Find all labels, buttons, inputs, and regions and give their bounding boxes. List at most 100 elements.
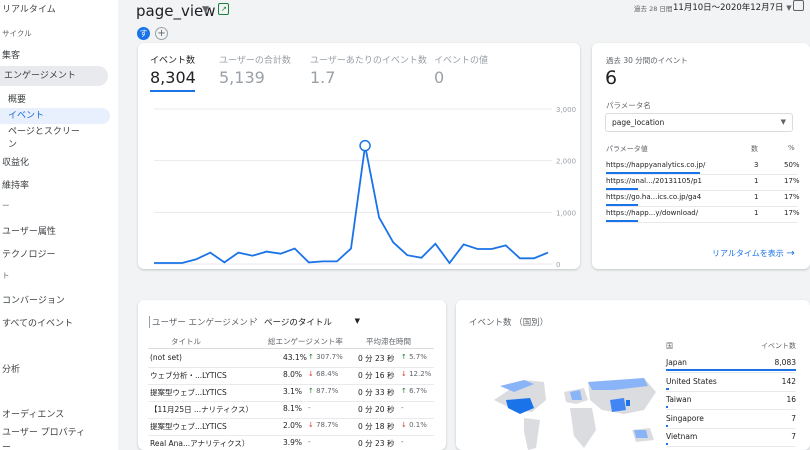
title-dropdown-icon[interactable]: ▼	[202, 5, 209, 15]
y-tick-label: 0	[556, 261, 560, 269]
geo-row[interactable]: Singapore 7	[456, 411, 810, 429]
engagement-title: ユーザー エンゲージメント	[149, 316, 256, 328]
param-name-label: パラメータ名	[606, 101, 651, 110]
highlight-point[interactable]	[359, 139, 371, 152]
row-time-change: -	[401, 404, 404, 412]
realtime-row[interactable]: https://go.ha...ics.co.jp/ga4 1 17%	[592, 191, 810, 207]
sidebar-item[interactable]: 集客	[2, 48, 20, 61]
geo-title: イベント数 （国別）	[469, 318, 549, 328]
row-time: 0 分 23 秒	[358, 439, 395, 448]
time-change-value: 0.1%	[409, 421, 427, 429]
sidebar-item[interactable]: エンゲージメント	[0, 66, 108, 86]
table-row[interactable]: Real Ana...アナリティクス） 3.9% -0 分 23 秒-	[138, 436, 446, 450]
row-count: 8,083	[774, 358, 796, 367]
row-count: 1	[754, 209, 759, 217]
series-line	[154, 145, 549, 265]
row-rate: 2.0%	[283, 421, 303, 430]
realtime-row[interactable]: https://happ...y/download/1 17%	[592, 207, 810, 223]
realtime-row[interactable]: https://anal.../20131105/p1 1 17%	[592, 175, 810, 191]
sidebar-item[interactable]: オーディエンス	[2, 407, 64, 420]
row-time: 0 分 23 秒	[358, 354, 395, 363]
view-realtime-label: リアルタイムを表示	[712, 249, 784, 258]
filter-chip[interactable]: す	[137, 27, 150, 40]
sidebar-item[interactable]: ン	[8, 137, 17, 150]
row-param: https://happ...y/download/	[606, 209, 699, 217]
sidebar-item[interactable]: 収益化	[2, 155, 29, 168]
row-time-change: -	[401, 438, 404, 446]
geo-row[interactable]: Japan 8,083	[456, 355, 810, 373]
sidebar-item[interactable]: リアルタイム	[2, 2, 56, 15]
metric-events[interactable]: イベント数 8,304	[150, 53, 196, 92]
edit-report-icon[interactable]: ↗	[218, 3, 229, 15]
row-time-change: ↓ 12.2%	[401, 370, 432, 378]
geo-row[interactable]: Vietnam 7	[456, 429, 810, 447]
row-param: https://anal.../20131105/p1	[606, 177, 702, 185]
row-country: Singapore	[666, 413, 704, 423]
date-range-label: 11月10日～2020年12月7日	[673, 3, 784, 13]
time-change-value: 12.2%	[409, 370, 432, 378]
sidebar-item[interactable]: 維持率	[2, 178, 29, 191]
row-time: 0 分 33 秒	[358, 388, 395, 397]
row-country: Vietnam	[666, 432, 698, 441]
metric-event-value[interactable]: イベントの値 0	[434, 53, 488, 87]
row-rate-change: ↓ 68.4%	[308, 370, 339, 378]
date-range-picker[interactable]: 11月10日～2020年12月7日 ▼	[673, 1, 792, 13]
row-rate-change: ↓ 78.7%	[308, 421, 339, 429]
row-country: Taiwan	[666, 395, 692, 404]
row-time: 0 分 16 秒	[358, 371, 395, 380]
rate-change-value: -	[308, 404, 311, 412]
sidebar-item[interactable]: 分析	[2, 362, 20, 375]
row-rate-change: ↑ 307.7%	[308, 353, 343, 361]
table-row[interactable]: (not set) 43.1% ↑ 307.7% 0 分 23 秒 ↑ 5.7%	[138, 351, 446, 368]
dimension-select[interactable]: ページのタイトル ▼	[264, 316, 360, 328]
time-change-value: 6.7%	[409, 387, 427, 395]
engagement-card: ユーザー エンゲージメント › ページのタイトル ▼ タイトル 総エンゲージメント…	[138, 300, 446, 450]
sidebar-item[interactable]: ページとスクリー	[8, 124, 80, 137]
row-count: 142	[781, 376, 796, 386]
events-line-chart: 3,0002,0001,00001511月22290612月	[154, 106, 576, 269]
row-bar	[666, 406, 668, 408]
rate-change-value: -	[308, 438, 311, 446]
row-title: Real Ana...アナリティクス）	[150, 439, 250, 448]
chevron-down-icon: ▼	[780, 118, 786, 126]
metric-value: 8,304	[150, 68, 196, 87]
metric-label: ユーザーあたりのイベント数	[310, 56, 427, 66]
geo-row[interactable]: United States 142	[456, 374, 810, 392]
metric-events-per-user[interactable]: ユーザーあたりのイベント数 1.7	[310, 53, 427, 87]
realtime-row[interactable]: https://happyanalytics.co.jp/3 50%	[592, 159, 810, 175]
row-count: 7	[791, 432, 796, 441]
col-percent: %	[788, 144, 795, 152]
customize-report-icon[interactable]	[793, 0, 804, 11]
table-row[interactable]: 提案型ウェブ...LYTICS 2.0% ↓ 78.7% 0 分 18 秒 ↓ 0.1%	[138, 419, 446, 436]
sidebar-item[interactable]: ユーザー プロパティ	[2, 425, 85, 438]
sidebar-item[interactable]: すべてのイベント	[2, 316, 73, 329]
add-comparison-button[interactable]: +	[155, 27, 168, 40]
row-count: 1	[754, 177, 759, 185]
row-count: 7	[791, 413, 796, 423]
sidebar-item[interactable]: 概要	[8, 92, 26, 105]
rate-change-value: 78.7%	[316, 421, 339, 429]
col-country: 国	[666, 342, 673, 350]
sidebar-item[interactable]: イベント	[0, 108, 110, 124]
sidebar-item[interactable]: コンバージョン	[2, 293, 65, 306]
row-rate: 8.0%	[283, 370, 303, 379]
row-pct: 17%	[784, 209, 800, 217]
sidebar-item[interactable]: テクノロジー	[2, 247, 55, 260]
row-title: ウェブ分析・...LYTICS	[150, 371, 227, 380]
metric-users[interactable]: ユーザーの合計数 5,139	[219, 53, 291, 87]
row-rate-change: -	[308, 404, 311, 412]
row-count: 1	[754, 193, 759, 201]
row-bar	[666, 424, 668, 427]
rate-change-value: 87.7%	[316, 387, 339, 395]
row-pct: 50%	[784, 161, 800, 169]
sidebar-item[interactable]: ー	[2, 440, 11, 450]
param-select[interactable]: page_location ▼	[605, 113, 793, 132]
table-row[interactable]: ウェブ分析・...LYTICS 8.0% ↓ 68.4% 0 分 16 秒 ↓ 12.2…	[138, 368, 446, 385]
events-overview-card: イベント数 8,304 ユーザーの合計数 5,139 ユーザーあたりのイベント数…	[138, 43, 580, 269]
sidebar-item[interactable]: ユーザー属性	[2, 224, 56, 237]
geo-row[interactable]: Taiwan 16	[456, 392, 810, 410]
view-realtime-link[interactable]: リアルタイムを表示 →	[712, 248, 795, 259]
report-header: page_view ▼ ↗ す + 過去 28 日間 11月10日～2020年1…	[118, 0, 810, 46]
table-row[interactable]: 【11月25日 ...ナリティクス） 8.1% -0 分 20 秒-	[138, 402, 446, 419]
table-row[interactable]: 提案型ウェブ...LYTICS 3.1% ↑ 87.7% 0 分 33 秒 ↑ 6.7%	[138, 385, 446, 402]
